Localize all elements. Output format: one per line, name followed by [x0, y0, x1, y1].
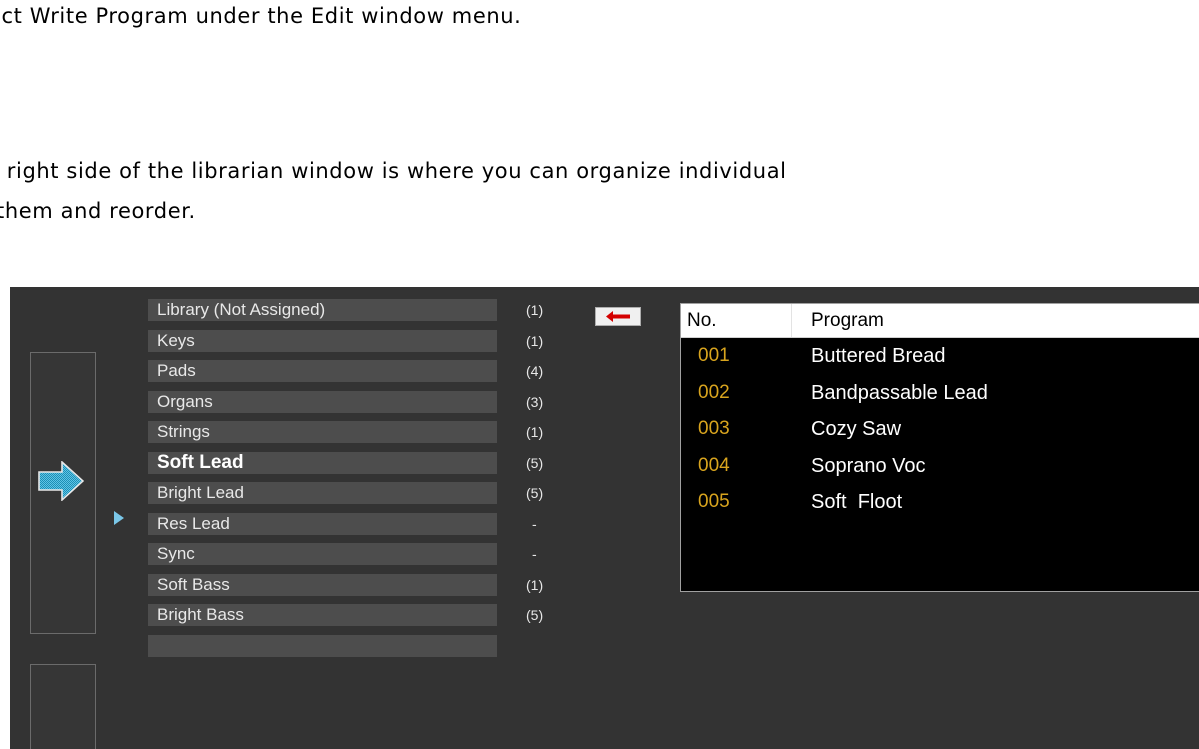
doc-line-2: e right side of the librarian window is … [0, 159, 787, 183]
program-row[interactable]: 001 Buttered Bread [681, 338, 1199, 374]
program-row[interactable]: 005 Soft Floot [681, 484, 1199, 520]
triangle-right-icon [114, 510, 124, 529]
category-button[interactable]: Soft Bass [148, 574, 497, 596]
program-name: Soprano Voc [811, 455, 926, 477]
program-row[interactable]: 004 Soprano Voc [681, 448, 1199, 484]
category-count: (5) [526, 455, 544, 471]
category-button[interactable]: Soft Lead [148, 452, 497, 474]
program-list[interactable]: No. Program 001 Buttered Bread 002 Bandpass… [680, 303, 1199, 592]
right-arrow-icon[interactable] [38, 460, 85, 505]
column-divider [791, 304, 792, 337]
category-button[interactable] [148, 635, 497, 657]
category-count: - [532, 516, 537, 532]
program-number: 005 [698, 491, 730, 512]
category-count: (3) [526, 394, 544, 410]
category-button[interactable]: Keys [148, 330, 497, 352]
category-count: (5) [526, 607, 544, 623]
program-number: 003 [698, 418, 730, 439]
doc-line-3: them and reorder. [0, 199, 196, 223]
category-button[interactable]: Pads [148, 360, 497, 382]
category-button[interactable]: Bright Bass [148, 604, 497, 626]
program-name: Bandpassable Lead [811, 382, 988, 404]
category-button[interactable]: Library (Not Assigned) [148, 299, 497, 321]
left-arrow-icon [606, 311, 630, 322]
program-name: Soft Floot [811, 491, 903, 513]
category-count: - [532, 546, 537, 562]
librarian-window: Library (Not Assigned) (1) Keys (1) Pads (4) O… [10, 287, 1199, 749]
doc-line-1: ect Write Program under the Edit window … [0, 4, 522, 28]
category-count [526, 635, 566, 657]
category-count: (1) [526, 577, 544, 593]
program-name: Buttered Bread [811, 345, 946, 367]
program-row[interactable]: 002 Bandpassable Lead [681, 375, 1199, 411]
column-header-program[interactable]: Program [811, 304, 884, 337]
program-number: 001 [698, 345, 730, 366]
back-button[interactable] [595, 307, 641, 326]
category-count: (1) [526, 424, 544, 440]
category-count: (5) [526, 485, 544, 501]
category-count: (1) [526, 333, 544, 349]
program-row[interactable]: 003 Cozy Saw [681, 411, 1199, 447]
category-button[interactable]: Res Lead [148, 513, 497, 535]
program-list-header: No. Program [681, 304, 1199, 338]
column-header-number[interactable]: No. [687, 304, 717, 337]
category-count: (1) [526, 302, 544, 318]
category-button[interactable]: Bright Lead [148, 482, 497, 504]
left-panel-bottom [30, 664, 96, 749]
category-button[interactable]: Sync [148, 543, 497, 565]
program-name: Cozy Saw [811, 418, 902, 440]
category-button[interactable]: Strings [148, 421, 497, 443]
category-count: (4) [526, 363, 544, 379]
category-button[interactable]: Organs [148, 391, 497, 413]
program-number: 002 [698, 382, 730, 403]
program-number: 004 [698, 455, 730, 476]
